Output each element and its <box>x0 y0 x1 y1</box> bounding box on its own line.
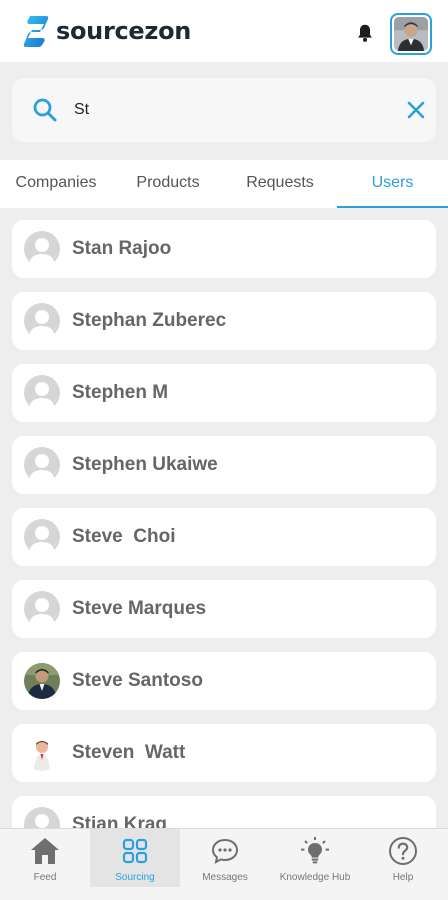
avatar <box>24 303 60 339</box>
bottom-navigation: Feed Sourcing Messages Knowledge Hub Hel… <box>0 828 448 900</box>
nav-feed[interactable]: Feed <box>0 829 90 887</box>
sourcezon-logo-icon <box>23 16 49 47</box>
grid-icon <box>122 838 148 864</box>
user-placeholder-icon <box>24 375 60 411</box>
user-name: Steve Santoso <box>72 670 203 691</box>
tab-users[interactable]: Users <box>337 160 448 208</box>
list-item[interactable]: Steve Santoso <box>12 652 436 710</box>
close-icon[interactable] <box>405 99 427 121</box>
user-placeholder-icon <box>24 519 60 555</box>
user-name: Stian Krag <box>72 814 168 828</box>
tab-companies[interactable]: Companies <box>0 160 112 208</box>
nav-label: Help <box>392 872 414 883</box>
avatar <box>24 447 60 483</box>
chat-icon <box>211 838 239 864</box>
user-placeholder-icon <box>24 591 60 627</box>
app-header: sourcezon <box>0 0 448 62</box>
user-photo-icon <box>24 735 60 771</box>
nav-label: Feed <box>33 872 57 883</box>
lightbulb-icon <box>301 837 329 864</box>
brand-logo[interactable]: sourcezon <box>22 14 191 48</box>
user-results-list: Stan Rajoo Stephan Zuberec Stephen M Ste… <box>0 208 448 828</box>
tab-requests[interactable]: Requests <box>224 160 336 208</box>
avatar <box>24 663 60 699</box>
list-item[interactable]: Steven Watt <box>12 724 436 782</box>
nav-help[interactable]: Help <box>358 829 448 887</box>
list-item[interactable]: Steve Marques <box>12 580 436 638</box>
search-icon[interactable] <box>32 97 58 123</box>
list-item[interactable]: Stian Krag <box>12 796 436 828</box>
user-name: Stan Rajoo <box>72 238 172 259</box>
user-placeholder-icon <box>24 447 60 483</box>
search-input[interactable] <box>74 96 374 124</box>
nav-knowledge-hub[interactable]: Knowledge Hub <box>270 829 360 887</box>
list-item[interactable]: Steve Choi <box>12 508 436 566</box>
brand-name: sourcezon <box>56 17 192 45</box>
list-item[interactable]: Stephen Ukaiwe <box>12 436 436 494</box>
nav-sourcing[interactable]: Sourcing <box>90 829 180 887</box>
avatar <box>24 519 60 555</box>
avatar <box>24 231 60 267</box>
list-item[interactable]: Stan Rajoo <box>12 220 436 278</box>
avatar <box>24 807 60 828</box>
user-placeholder-icon <box>24 231 60 267</box>
avatar <box>24 591 60 627</box>
user-name: Steven Watt <box>72 742 186 763</box>
avatar <box>24 735 60 771</box>
user-name: Stephan Zuberec <box>72 310 227 331</box>
nav-label: Knowledge Hub <box>279 872 351 883</box>
bell-icon[interactable] <box>354 22 376 44</box>
list-item[interactable]: Stephan Zuberec <box>12 292 436 350</box>
user-name: Steve Choi <box>72 526 176 547</box>
profile-avatar-button[interactable] <box>390 13 432 55</box>
list-item[interactable]: Stephen M <box>12 364 436 422</box>
nav-label: Messages <box>202 872 248 883</box>
user-name: Stephen Ukaiwe <box>72 454 218 475</box>
user-photo-icon <box>24 663 60 699</box>
help-icon <box>389 837 417 865</box>
user-name: Stephen M <box>72 382 169 403</box>
user-placeholder-icon <box>24 807 60 828</box>
search-tabs: Companies Products Requests Users <box>0 160 448 208</box>
user-name: Steve Marques <box>72 598 207 619</box>
user-placeholder-icon <box>24 303 60 339</box>
tab-products[interactable]: Products <box>112 160 224 208</box>
avatar <box>24 375 60 411</box>
nav-label: Sourcing <box>115 872 155 883</box>
home-icon <box>31 838 59 864</box>
profile-avatar-icon <box>394 17 428 51</box>
search-bar <box>12 78 436 142</box>
nav-messages[interactable]: Messages <box>180 829 270 887</box>
